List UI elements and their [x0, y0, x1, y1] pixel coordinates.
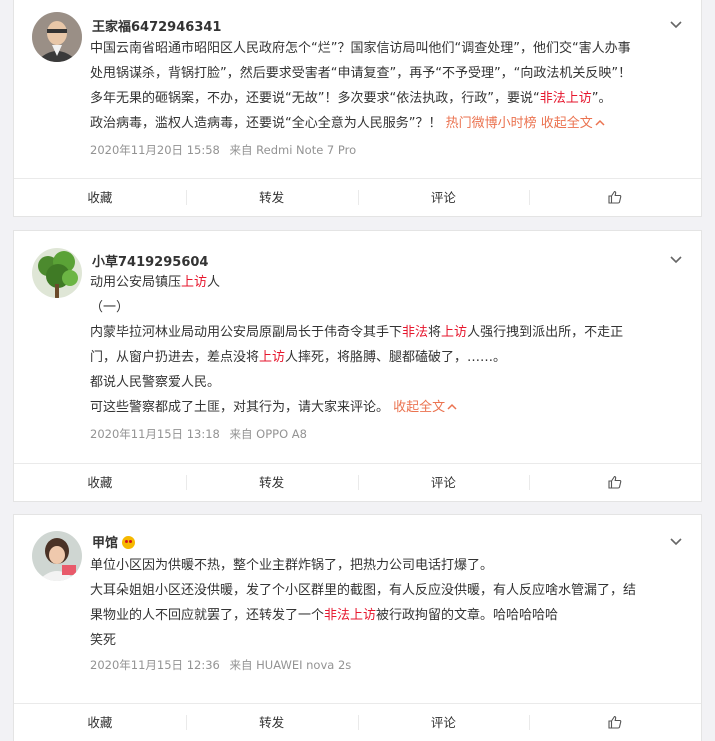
chevron-down-icon[interactable]: [669, 253, 683, 267]
username[interactable]: 王家福6472946341: [92, 16, 221, 35]
collapse-link[interactable]: 收起全文: [541, 116, 605, 131]
thumbs-up-icon: [608, 715, 622, 729]
topic-link[interactable]: 上访: [181, 275, 207, 290]
hot-list-link[interactable]: 热门微博小时榜: [446, 116, 537, 131]
avatar[interactable]: [32, 248, 82, 298]
favorite-button[interactable]: 收藏: [14, 179, 186, 216]
post-date[interactable]: 2020年11月15日 13:18: [90, 427, 220, 441]
repost-button[interactable]: 转发: [185, 464, 358, 501]
post-text: 单位小区因为供暖不热，整个业主群炸锅了，把热力公司电话打爆了。 大耳朵姐姐小区还…: [90, 553, 680, 653]
collapse-link[interactable]: 收起全文: [393, 400, 457, 415]
topic-link[interactable]: 非法: [402, 325, 428, 340]
avatar[interactable]: [32, 531, 82, 581]
text-line: 中国云南省昭通市昭阳区人民政府怎个“烂”？国家信访局叫他们“调查处理”，他们交“…: [90, 41, 631, 56]
topic-link[interactable]: 上访: [441, 325, 467, 340]
post-meta: 2020年11月15日 12:36 来自 HUAWEI nova 2s: [90, 657, 357, 673]
comment-button[interactable]: 评论: [357, 179, 530, 216]
action-bar: 收藏 转发 评论: [14, 703, 701, 741]
post-source: 来自 OPPO A8: [229, 427, 307, 441]
post-date[interactable]: 2020年11月15日 12:36: [90, 658, 220, 672]
action-bar: 收藏 转发 评论: [14, 178, 701, 216]
repost-button[interactable]: 转发: [185, 179, 358, 216]
post-text: 中国云南省昭通市昭阳区人民政府怎个“烂”？国家信访局叫他们“调查处理”，他们交“…: [90, 36, 680, 136]
repost-button[interactable]: 转发: [185, 704, 358, 741]
text-line: 笑死: [90, 633, 117, 648]
topic-link[interactable]: 上访: [259, 350, 285, 365]
text-line: 内蒙毕拉河林业局动用公安局原副局长于伟奇令其手下非法将上访人强行拽到派出所，不走…: [90, 325, 624, 340]
favorite-button[interactable]: 收藏: [14, 464, 186, 501]
comment-button[interactable]: 评论: [357, 704, 530, 741]
like-button[interactable]: [529, 179, 701, 216]
text-line: （一）: [90, 300, 130, 315]
favorite-button[interactable]: 收藏: [14, 704, 186, 741]
username-text[interactable]: 甲馆: [92, 536, 118, 551]
username: 甲馆: [92, 532, 136, 551]
topic-link[interactable]: 非法上访: [540, 91, 592, 106]
thumbs-up-icon: [608, 475, 622, 489]
post-source: 来自 HUAWEI nova 2s: [229, 658, 352, 672]
like-button[interactable]: [529, 464, 701, 501]
topic-link[interactable]: 非法上访: [324, 608, 376, 623]
post-card-1: 王家福6472946341 中国云南省昭通市昭阳区人民政府怎个“烂”？国家信访局…: [13, 0, 702, 217]
avatar[interactable]: [32, 12, 82, 62]
text-line: 大耳朵姐姐小区还没供暖，发了个小区群里的截图，有人反应没供暖，有人反应啥水管漏了…: [90, 583, 637, 598]
post-card-2: 小草7419295604 动用公安局镇压上访人 （一） 内蒙毕拉河林业局动用公安…: [13, 230, 702, 502]
text-line: 多年无果的砸锅案，不办，还要说“无故”！多次要求“依法执政，行政”，要说“非法上…: [90, 91, 612, 106]
chevron-down-icon[interactable]: [669, 18, 683, 32]
text-line: 政治病毒，滥权人造病毒，还要说“全心全意为人民服务”？！ 热门微博小时榜 收起全…: [90, 111, 680, 136]
post-date[interactable]: 2020年11月20日 15:58: [90, 143, 220, 157]
action-bar: 收藏 转发 评论: [14, 463, 701, 501]
chevron-up-icon: [595, 119, 605, 126]
text-line: 可这些警察都成了土匪，对其行为，请大家来评论。 收起全文: [90, 395, 680, 420]
comment-button[interactable]: 评论: [357, 464, 530, 501]
text-line: 动用公安局镇压上访人: [90, 275, 221, 290]
text-line: 果物业的人不回应就罢了，还转发了一个非法上访被行政拘留的文章。哈哈哈哈哈: [90, 608, 559, 623]
post-text: 动用公安局镇压上访人 （一） 内蒙毕拉河林业局动用公安局原副局长于伟奇令其手下非…: [90, 270, 680, 420]
post-source: 来自 Redmi Note 7 Pro: [229, 143, 357, 157]
text-line: 处甩锅谋杀，背锅打脸”，然后要求受害者“申请复查”，再予“不予受理”，“向政法机…: [90, 66, 632, 81]
like-button[interactable]: [529, 704, 701, 741]
chevron-down-icon[interactable]: [669, 535, 683, 549]
post-meta: 2020年11月15日 13:18 来自 OPPO A8: [90, 426, 313, 442]
chevron-up-icon: [447, 403, 457, 410]
text-line: 门，从窗户扔进去，差点没将上访人摔死，将胳膊、腿都磕破了，……。: [90, 350, 507, 365]
text-line: 单位小区因为供暖不热，整个业主群炸锅了，把热力公司电话打爆了。: [90, 558, 494, 573]
text-line: 都说人民警察爱人民。: [90, 375, 221, 390]
heart-eyes-emoji-icon: [122, 536, 136, 549]
post-card-3: 甲馆 单位小区因为供暖不热，整个业主群炸锅了，把热力公司电话打爆了。 大耳朵姐姐…: [13, 514, 702, 741]
thumbs-up-icon: [608, 190, 622, 204]
username[interactable]: 小草7419295604: [92, 251, 208, 270]
post-meta: 2020年11月20日 15:58 来自 Redmi Note 7 Pro: [90, 142, 362, 158]
